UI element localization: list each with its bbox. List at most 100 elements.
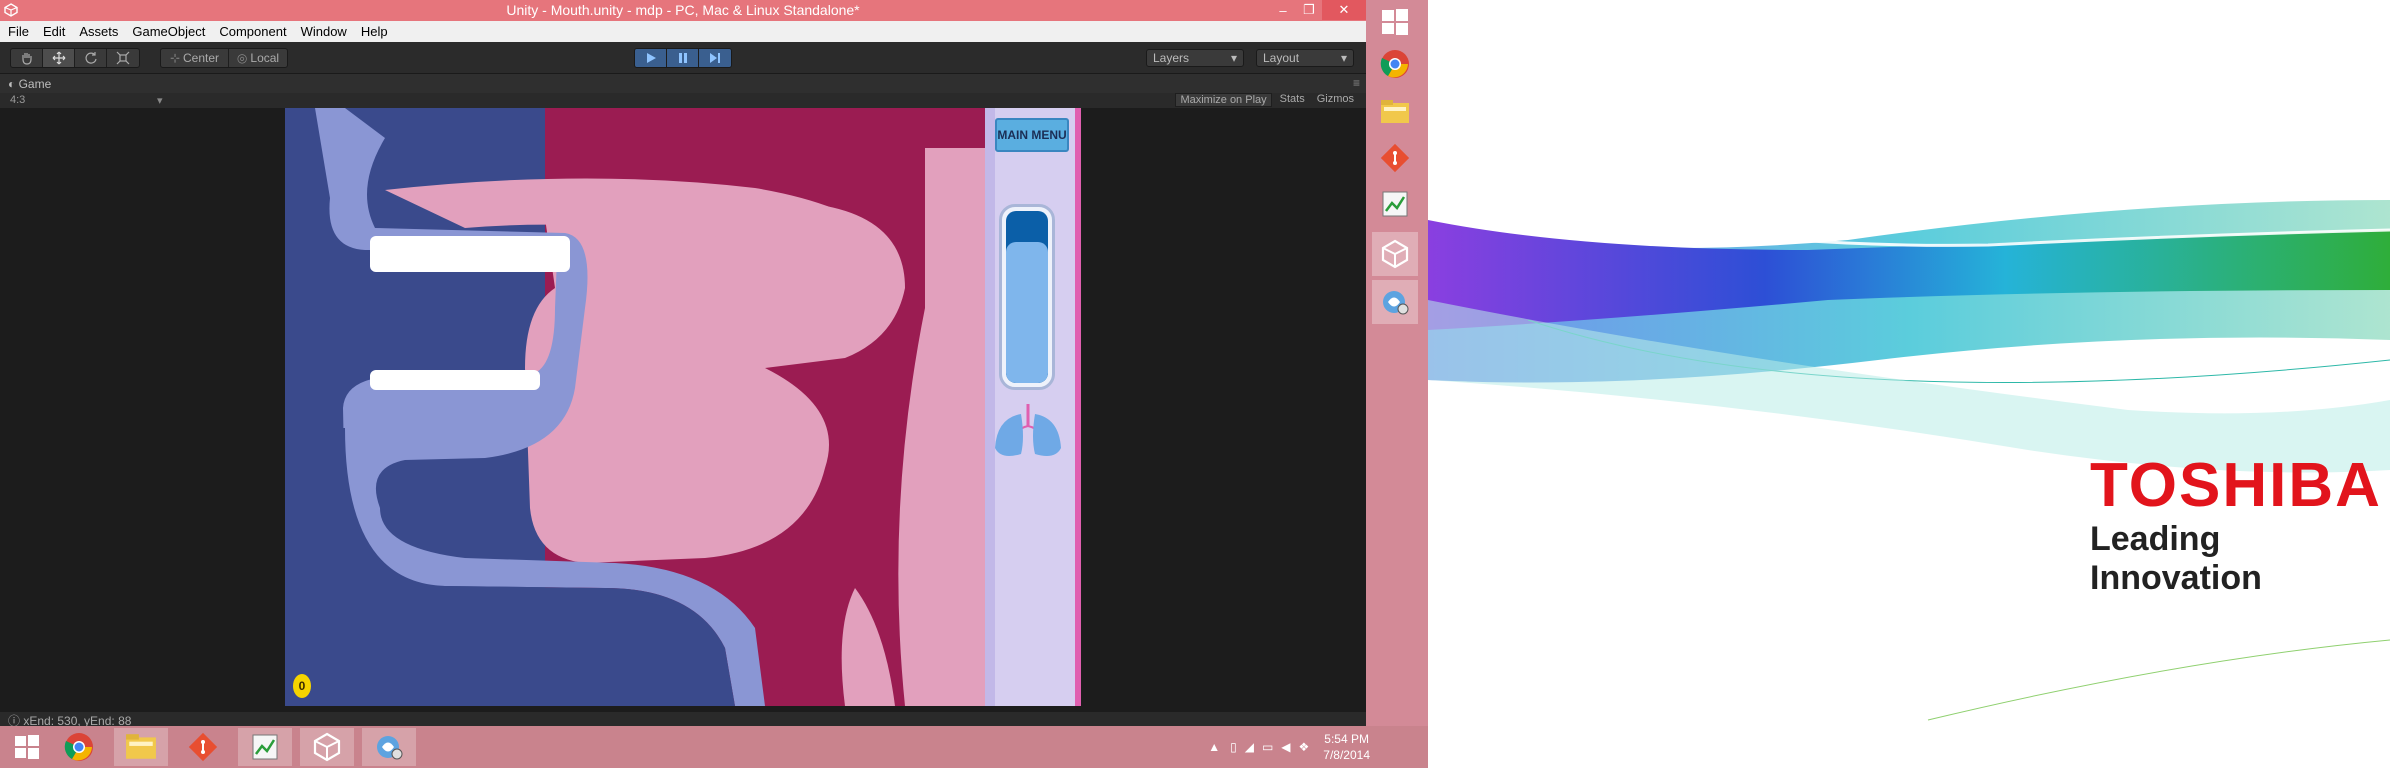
volume-icon[interactable]: ◀ [1281,740,1290,754]
taskbar-explorer[interactable] [114,728,168,766]
main-toolbar: ⊹ Center ◎ Local Layers ▾ Layout ▾ [0,42,1366,74]
wallpaper-swoosh [1428,188,2390,721]
score-value: 0 [298,679,306,693]
play-button[interactable] [635,49,667,67]
unity-icon [1381,239,1409,269]
mouth-illustration [285,108,1081,706]
pivot-toggles: ⊹ Center ◎ Local [160,48,288,68]
pause-button[interactable] [667,49,699,67]
battery-icon[interactable]: ▭ [1262,740,1273,754]
maximize-on-play-toggle[interactable]: Maximize on Play [1175,93,1272,107]
local-icon: ◎ [236,51,248,65]
aspect-dropdown[interactable]: 4:3 [10,94,25,106]
git-icon [188,732,218,762]
main-menu-label: MAIN MENU [997,128,1067,142]
layout-dropdown[interactable]: Layout ▾ [1256,49,1354,67]
windows-logo-icon [15,735,39,759]
menu-component[interactable]: Component [219,24,286,39]
folder-icon [1381,100,1409,123]
game-tab-label: Game [18,77,52,91]
scale-icon [116,51,130,65]
breath-meter [999,204,1055,390]
chevron-down-icon: ▾ [1230,51,1237,65]
chrome-side-button[interactable] [1372,42,1418,86]
chrome-icon [64,733,93,761]
start-side-button[interactable] [1372,0,1418,44]
pivot-mode-label: Center [183,51,220,65]
menu-gameobject[interactable]: GameObject [132,24,205,39]
restore-button[interactable]: ❐ [1296,0,1322,20]
layout-label: Layout [1263,51,1300,65]
menu-edit[interactable]: Edit [43,24,65,39]
toshiba-brand-text: TOSHIBA [2090,451,2382,520]
game-tab-icon: ◐ [8,77,19,91]
panel-menu-icon[interactable]: ≡ [1353,76,1360,90]
taskbar-chrome[interactable] [52,728,106,766]
taskbar-git[interactable] [176,728,230,766]
breath-meter-fill [1006,241,1048,383]
folder-icon [126,734,156,759]
tab-game[interactable]: ◐ Game [8,77,51,91]
minimize-button[interactable]: – [1270,0,1296,20]
git-side-button[interactable] [1372,136,1418,180]
stats-toggle[interactable]: Stats [1276,93,1309,107]
dropbox-icon[interactable]: ❖ [1299,740,1310,754]
taskbar-paint[interactable] [238,728,292,766]
git-icon [1380,143,1410,173]
explorer-side-button[interactable] [1372,90,1418,134]
main-menu-button[interactable]: MAIN MENU [995,118,1069,152]
menu-bar: File Edit Assets GameObject Component Wi… [0,21,1366,42]
hand-tool-button[interactable] [11,49,43,67]
game-canvas[interactable]: MAIN MENU 0 [285,108,1081,706]
layers-dropdown[interactable]: Layers ▾ [1146,49,1244,67]
pivot-icon: ⊹ [169,51,181,65]
score-badge: 0 [293,674,311,698]
desktop-wallpaper: TOSHIBA Leading Innovation [1428,0,2390,768]
menu-file[interactable]: File [8,24,29,39]
remote-desktop-icon [1383,291,1409,315]
device-icon[interactable]: ▯ [1230,740,1237,754]
pause-icon [678,53,687,63]
pivot-mode-toggle[interactable]: ⊹ Center [161,49,229,67]
move-tool-button[interactable] [43,49,75,67]
menu-assets[interactable]: Assets [79,24,118,39]
lungs-icon [995,404,1061,456]
taskbar: ▲ ▯ ◢ ▭ ◀ ❖ 5:54 PM 7/8/2014 [0,726,1428,768]
game-view-controls: 4:3 ▾ Maximize on Play Stats Gizmos [0,93,1366,108]
unity-side-button[interactable] [1372,232,1418,276]
start-button[interactable] [0,728,54,766]
gizmos-dropdown[interactable]: Gizmos [1313,93,1358,107]
remote-side-button[interactable] [1372,280,1418,324]
network-icon[interactable]: ◢ [1245,740,1254,754]
breath-meter-track [1006,211,1048,383]
menu-help[interactable]: Help [361,24,388,39]
clock[interactable]: 5:54 PM 7/8/2014 [1323,731,1370,763]
clock-time: 5:54 PM [1324,732,1369,746]
scale-tool-button[interactable] [107,49,139,67]
rotate-tool-button[interactable] [75,49,107,67]
paint-side-button[interactable] [1372,182,1418,226]
remote-desktop-icon [377,736,403,760]
window-titlebar[interactable]: Unity - Mouth.unity - mdp - PC, Mac & Li… [0,0,1366,21]
pivot-rotation-label: Local [250,51,280,65]
side-app-bar [1366,0,1428,768]
taskbar-remote[interactable] [362,728,416,766]
menu-window[interactable]: Window [301,24,347,39]
taskbar-unity[interactable] [300,728,354,766]
step-icon [710,53,720,63]
transform-tools [10,48,140,68]
move-icon [52,51,65,65]
rotate-icon [84,52,97,64]
paint-icon [1382,191,1408,217]
chrome-icon [1380,50,1409,78]
paint-icon [252,734,278,760]
hand-icon [21,53,32,65]
close-button[interactable]: ✕ [1322,0,1366,20]
unity-window: Unity - Mouth.unity - mdp - PC, Mac & Li… [0,0,1366,728]
windows-logo-icon [1382,9,1408,35]
pivot-rotation-toggle[interactable]: ◎ Local [229,49,287,67]
show-hidden-icons-icon[interactable]: ▲ [1208,740,1220,754]
status-bar: ⓘ xEnd: 530, yEnd: 88 [0,712,1366,728]
window-title: Unity - Mouth.unity - mdp - PC, Mac & Li… [506,2,860,18]
step-button[interactable] [699,49,731,67]
